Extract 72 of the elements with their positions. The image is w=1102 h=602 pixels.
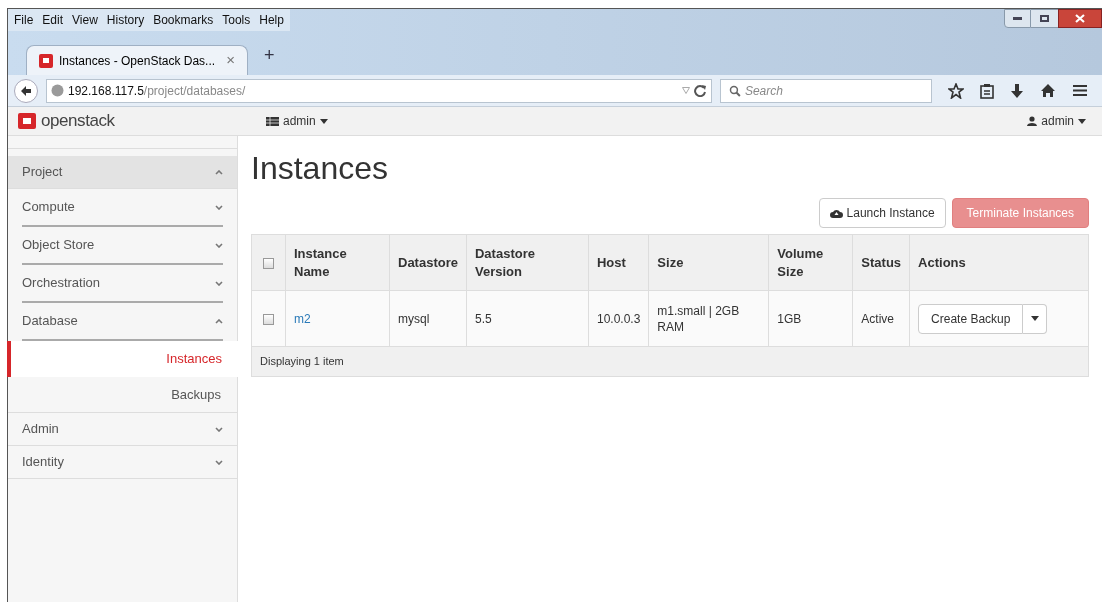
chevron-icon [215,426,223,432]
chevron-icon [215,318,223,324]
table-cell: 1GB [768,290,853,347]
checkbox[interactable] [263,313,274,325]
search-icon [729,84,741,97]
home-icon[interactable] [1040,83,1056,98]
minimize-button[interactable] [1004,9,1031,28]
column-header: Host [588,234,649,291]
chevron-icon [215,459,223,465]
sidebar-section[interactable]: Compute [22,189,223,227]
column-header: Status [852,234,910,291]
menu-item[interactable]: Tools [222,11,251,29]
dropdown-button[interactable] [1023,303,1048,334]
caret-icon [319,118,328,124]
chevron-icon [215,280,223,286]
reload-icon[interactable] [694,84,707,97]
maximize-button[interactable] [1031,9,1058,28]
address-field[interactable]: 192.168.117.5/project/databases/ [46,78,712,103]
clipboard-icon[interactable] [980,82,994,99]
menu-item[interactable]: Bookmarks [153,11,214,29]
new-tab-button[interactable]: + [264,42,275,69]
sidebar-section[interactable]: Orchestration [22,265,223,303]
column-header: Actions [909,234,1089,291]
logo-icon [18,113,36,129]
table-cell: Active [852,290,910,347]
table-cell: 5.5 [466,290,589,347]
back-arrow-icon [20,84,32,97]
table-cell: mysql [389,290,467,347]
menu-item[interactable]: Help [259,11,284,29]
column-header: Volume Size [768,234,853,291]
search-input[interactable]: Search [744,81,923,100]
menu-item[interactable]: History [106,11,145,29]
table-cell: 10.0.0.3 [588,290,649,347]
user-dropdown[interactable]: admin [1027,112,1086,130]
logo-text: openstack [41,110,115,133]
chevron-icon [215,204,223,210]
star-icon[interactable] [948,82,964,99]
back-button[interactable] [14,78,38,103]
table-cell: m1.small | 2GB RAM [648,290,769,347]
page-title: Instances [251,149,389,188]
sidebar-section[interactable]: Object Store [22,227,223,265]
sidebar-section[interactable]: Project [8,156,237,189]
column-header: Datastore [389,234,467,291]
launch-button[interactable]: Launch Instance [818,198,946,228]
caret-icon [1078,118,1086,124]
chevron-icon [215,242,223,248]
close-tab-button[interactable]: × [226,49,235,72]
table-icon [266,116,279,126]
menu-item[interactable]: View [72,11,98,29]
column-header: Size [648,234,769,291]
cloud-icon [829,208,843,218]
menu-item[interactable]: File [14,11,34,29]
user-icon [1027,116,1038,126]
menu-icon[interactable] [1072,84,1088,97]
menu-item[interactable]: Edit [42,11,64,29]
close-button[interactable] [1058,9,1102,28]
column-header: Datastore Version [466,234,589,291]
project-dropdown[interactable]: admin [266,112,328,130]
browser-tab[interactable]: Instances - OpenStack Das... × [26,45,248,75]
search-field[interactable]: Search [720,78,932,103]
chevron-icon [215,169,223,175]
column-header: Instance Name [285,234,390,291]
download-icon[interactable] [1010,82,1024,99]
caret-icon [1030,316,1039,321]
logo-icon [39,53,53,68]
close-icon [1075,14,1085,23]
instance-link[interactable]: m2 [285,290,390,347]
sidebar-link[interactable]: Instances [7,341,238,377]
url-text: 192.168.117.5/project/databases/ [68,82,246,100]
checkbox[interactable] [263,257,274,269]
create-backup-button[interactable]: Create Backup [918,303,1024,334]
globe-icon [51,84,64,97]
